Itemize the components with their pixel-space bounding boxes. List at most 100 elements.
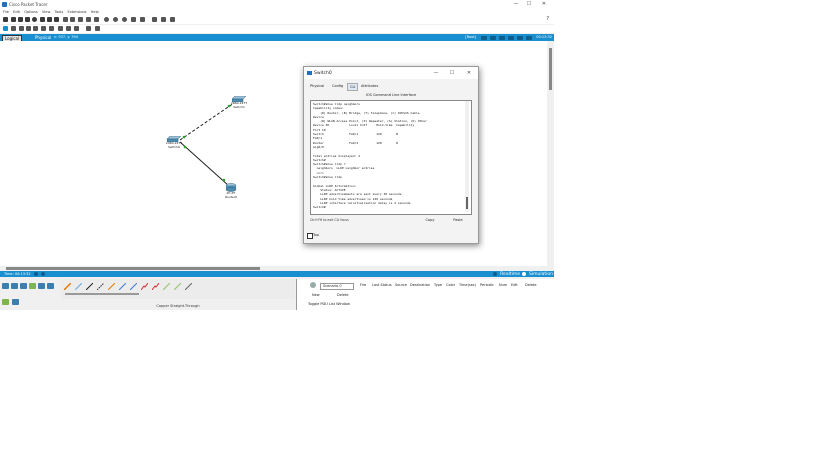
usb-cable-icon[interactable] — [185, 283, 192, 290]
delete-scenario-button[interactable]: Delete — [337, 293, 349, 297]
multiuser-icon[interactable] — [47, 283, 54, 289]
magnify-icon[interactable] — [104, 17, 109, 22]
components-icon[interactable] — [20, 283, 27, 289]
device-switch1[interactable]: 2960-24TT Switch1 — [226, 96, 252, 109]
undo-icon[interactable] — [54, 17, 59, 22]
activity-wizard-icon[interactable] — [32, 17, 37, 22]
print-icon[interactable] — [25, 17, 30, 22]
delete-icon[interactable] — [19, 26, 24, 31]
dialog-close-button[interactable]: ✕ — [464, 70, 474, 76]
menu-file[interactable]: File — [3, 10, 9, 14]
tab-physical-config[interactable]: Physical — [310, 83, 324, 89]
router-link[interactable] — [179, 141, 230, 187]
zoom-icon[interactable] — [113, 17, 118, 22]
maximize-button[interactable]: ☐ — [524, 1, 534, 8]
tab-config[interactable]: Config — [332, 83, 343, 89]
menu-view[interactable]: View — [42, 10, 50, 14]
scenario-select[interactable]: Scenario 0 — [320, 283, 354, 290]
cluster-icon[interactable] — [152, 17, 157, 22]
paste-icon[interactable] — [47, 17, 52, 22]
copy-button[interactable]: Copy — [417, 217, 443, 223]
rectangle-icon[interactable] — [131, 17, 136, 22]
pencil-icon[interactable] — [74, 26, 79, 31]
dialog-minimize-button[interactable]: — — [431, 70, 441, 76]
device-dialog-icon[interactable] — [161, 17, 166, 22]
iot-custom-cable-icon[interactable] — [174, 283, 181, 290]
draw-line-icon[interactable] — [41, 26, 46, 31]
zoom-in-icon[interactable] — [70, 17, 75, 22]
inspect-icon[interactable] — [11, 26, 16, 31]
custom-device-icon[interactable] — [140, 17, 145, 22]
tab-attributes[interactable]: Attributes — [361, 83, 378, 89]
network-devices-icon[interactable] — [2, 283, 9, 289]
realtime-icon[interactable] — [493, 272, 497, 276]
viewport-icon[interactable] — [170, 17, 175, 22]
cluster-nav-icon[interactable] — [481, 35, 487, 40]
new-file-icon[interactable] — [3, 17, 8, 22]
open-icon[interactable] — [11, 17, 16, 22]
zoom-reset-icon[interactable] — [78, 17, 83, 22]
new-cluster-icon[interactable] — [490, 35, 496, 40]
menu-tools[interactable]: Tools — [55, 10, 64, 14]
cli-console[interactable]: Switch#show lldp neighbors Capability co… — [310, 100, 472, 215]
toggle-pdu-list-button[interactable]: Toggle PDU List Window — [308, 302, 350, 306]
vertical-scroll-thumb[interactable] — [549, 48, 552, 90]
console-cable-icon[interactable] — [75, 283, 82, 290]
fast-forward-icon[interactable] — [41, 272, 45, 276]
crossover-cable-icon[interactable] — [97, 283, 104, 290]
set-tiled-background-icon[interactable] — [508, 35, 514, 40]
fiber-cable-icon[interactable] — [108, 283, 115, 290]
new-scenario-button[interactable]: New — [312, 293, 320, 297]
select-icon[interactable] — [3, 26, 8, 31]
place-note-icon[interactable] — [33, 26, 38, 31]
console-scroll-thumb[interactable] — [466, 197, 468, 209]
dialog-maximize-button[interactable]: ☐ — [447, 70, 457, 76]
help-icon[interactable]: ? — [546, 16, 549, 22]
environment-icon[interactable] — [526, 35, 532, 40]
move-object-icon[interactable] — [499, 35, 505, 40]
tab-physical[interactable]: Physical — [35, 35, 51, 40]
root-label[interactable]: [Root] — [465, 35, 476, 39]
draw-ellipse-icon[interactable] — [58, 26, 63, 31]
cable-subcategory-icon[interactable] — [12, 299, 19, 305]
paste-button[interactable]: Paste — [446, 217, 470, 223]
misc-icon[interactable] — [38, 283, 45, 289]
simulation-mode-tab[interactable]: Simulation — [529, 272, 553, 277]
dialog-title-bar[interactable]: Switch0 — ☐ ✕ — [304, 67, 478, 79]
console-scrollbar[interactable] — [465, 101, 469, 212]
zoom-fit-icon[interactable] — [122, 17, 127, 22]
connections-subcategory-icon[interactable] — [2, 299, 9, 305]
add-complex-pdu-icon[interactable] — [95, 26, 100, 31]
coaxial-cable-icon[interactable] — [130, 283, 137, 290]
tab-cli[interactable]: CLI — [347, 83, 359, 91]
device-router0[interactable]: PC-PT Router0 — [220, 183, 242, 199]
resize-icon[interactable] — [26, 26, 31, 31]
menu-edit[interactable]: Edit — [13, 10, 20, 14]
menu-help[interactable]: Help — [91, 10, 99, 14]
drawing-palette-icon[interactable] — [94, 17, 99, 22]
redo-icon[interactable] — [63, 17, 68, 22]
simulation-icon[interactable] — [522, 272, 526, 276]
serial-dce-cable-icon[interactable] — [141, 283, 148, 290]
cable-scroll-track[interactable] — [65, 293, 139, 295]
menu-options[interactable]: Options — [24, 10, 38, 14]
straight-through-cable-icon[interactable] — [86, 283, 93, 290]
horizontal-scroll-thumb[interactable] — [6, 267, 260, 270]
viewport-nav-icon[interactable] — [517, 35, 523, 40]
draw-rectangle-icon[interactable] — [49, 26, 54, 31]
realtime-mode-tab[interactable]: Realtime — [500, 272, 520, 277]
zoom-out-icon[interactable] — [86, 17, 91, 22]
end-devices-icon[interactable] — [11, 283, 18, 289]
device-switch0[interactable]: 2960-24TT Switch0 — [161, 136, 187, 149]
save-icon[interactable] — [18, 17, 23, 22]
serial-dte-cable-icon[interactable] — [152, 283, 159, 290]
copy-icon[interactable] — [40, 17, 45, 22]
add-simple-pdu-icon[interactable] — [86, 26, 91, 31]
phone-cable-icon[interactable] — [119, 283, 126, 290]
connections-icon[interactable] — [29, 283, 36, 289]
octal-cable-icon[interactable] — [163, 283, 170, 290]
power-cycle-icon[interactable] — [34, 272, 38, 276]
freeform-icon[interactable] — [66, 26, 71, 31]
menu-extensions[interactable]: Extensions — [68, 10, 87, 14]
close-button[interactable]: ✕ — [539, 1, 549, 8]
